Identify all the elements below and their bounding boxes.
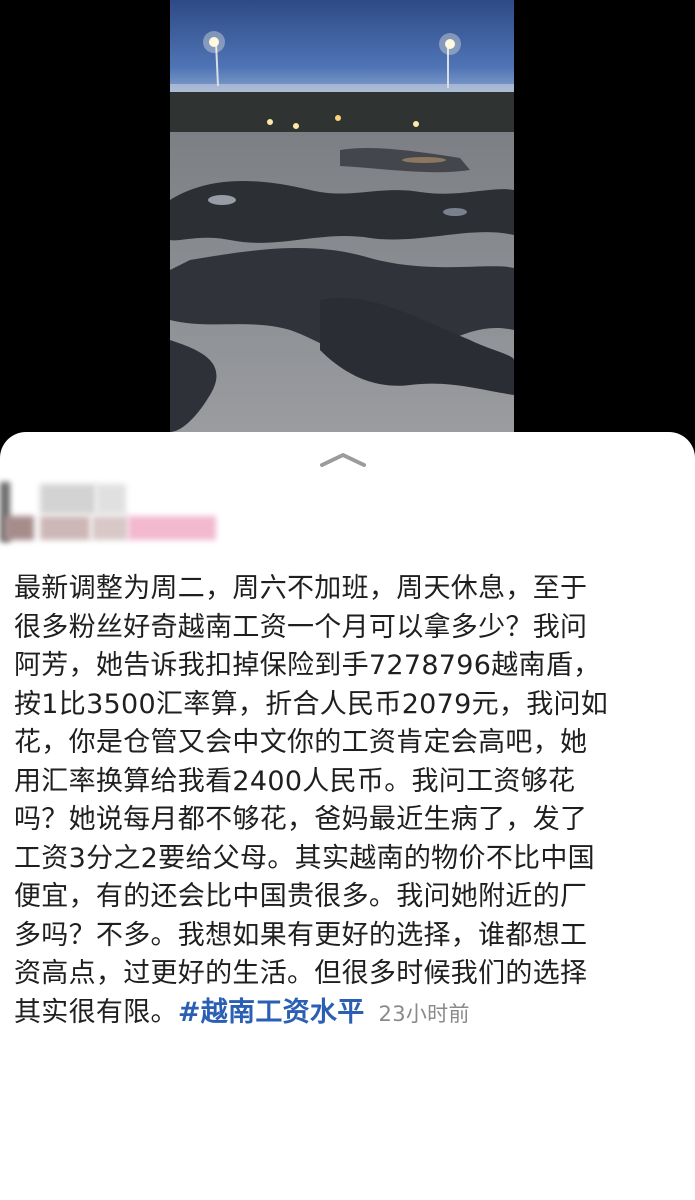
author-name-blur — [96, 484, 126, 514]
author-name — [40, 484, 96, 514]
author-meta-blur — [40, 516, 90, 540]
post-line: 资高点，过更好的生活。但很多时候我们的选择 — [14, 958, 588, 989]
post-line: 多吗？不多。我想如果有更好的选择，谁都想工 — [14, 919, 588, 951]
post-line: 很多粉丝好奇越南工资一个月可以拿多少？我问 — [14, 611, 588, 643]
post-line: 工资3分之2要给父母。其实越南的物价不比中国 — [14, 842, 595, 874]
post-photo[interactable] — [170, 0, 514, 432]
post-line: 花，你是仓管又会中文你的工资肯定会高吧，她 — [14, 727, 588, 758]
post-line: 按1比3500汇率算，折合人民币2079元，我问如 — [14, 688, 609, 720]
post-detail-sheet: 最新调整为周二，周六不加班，周天休息，至于 很多粉丝好奇越南工资一个月可以拿多少… — [0, 432, 695, 1200]
photo-scene — [170, 0, 514, 432]
author-meta-blur — [92, 516, 128, 540]
author-info-blurred[interactable] — [0, 480, 260, 552]
post-line: 最新调整为周二，周六不加班，周天休息，至于 — [14, 573, 588, 604]
post-line: 阿芳，她告诉我扣掉保险到手7278796越南盾， — [14, 650, 601, 681]
screen: 最新调整为周二，周六不加班，周天休息，至于 很多粉丝好奇越南工资一个月可以拿多少… — [0, 0, 695, 1200]
post-last-line: 其实很有限。#越南工资水平 23小时前 — [14, 994, 679, 1034]
author-meta-blur — [128, 516, 216, 540]
post-line: 吗？她说每月都不够花，爸妈最近生病了，发了 — [14, 804, 588, 835]
post-line: 便宜，有的还会比中国贵很多。我问她附近的厂 — [14, 881, 588, 912]
author-meta-blur — [4, 516, 34, 540]
post-timestamp: 23小时前 — [378, 1001, 470, 1026]
hashtag-link[interactable]: #越南工资水平 — [178, 997, 365, 1028]
chevron-up-icon[interactable] — [318, 448, 368, 470]
post-body: 最新调整为周二，周六不加班，周天休息，至于 很多粉丝好奇越南工资一个月可以拿多少… — [14, 570, 679, 1033]
post-line-text: 其实很有限。 — [14, 996, 178, 1028]
post-line: 用汇率换算给我看2400人民币。我问工资够花 — [14, 765, 576, 797]
